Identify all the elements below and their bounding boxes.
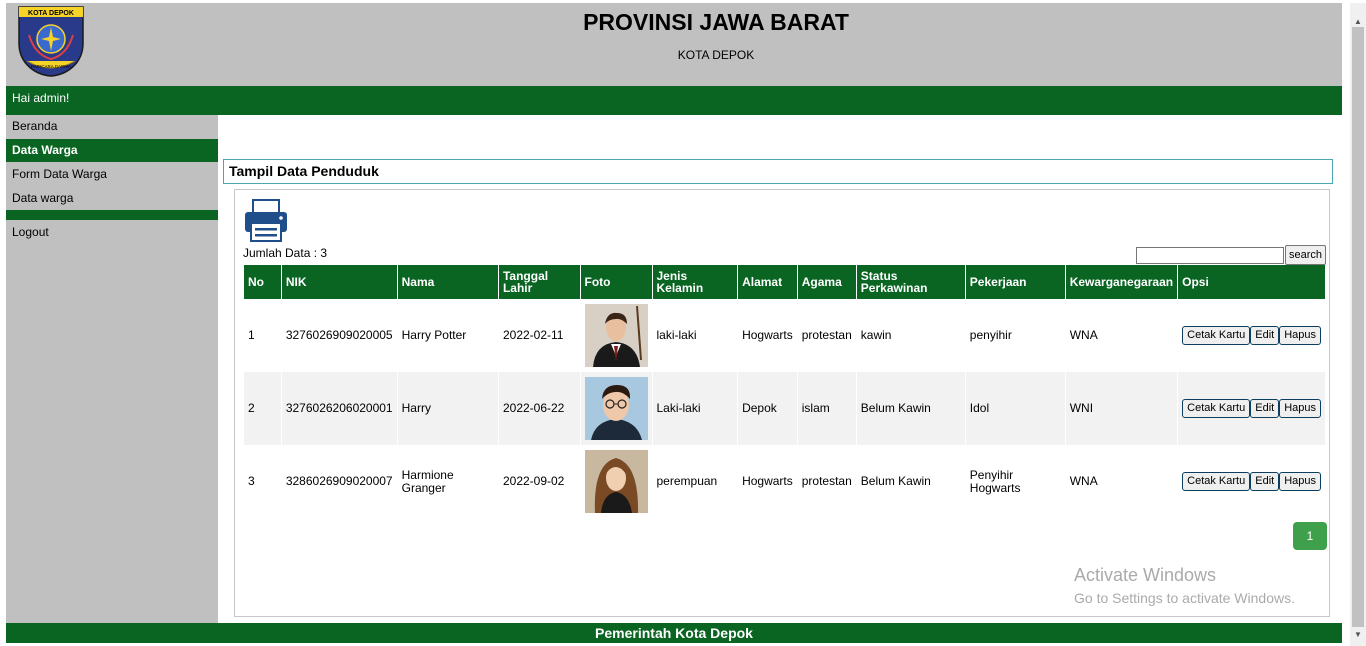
section-title: Tampil Data Penduduk: [223, 159, 1333, 184]
activation-watermark: Activate Windows Go to Settings to activ…: [1074, 565, 1295, 606]
cell-no: 2: [244, 372, 282, 445]
cell-status: Belum Kawin: [856, 445, 966, 518]
column-header: Agama: [797, 265, 857, 299]
cell-alamat: Depok: [737, 372, 798, 445]
residents-table: No NIK Nama Tanggal Lahir Foto Jenis Kel…: [244, 265, 1326, 518]
cell-nama: Harry Potter: [397, 299, 499, 372]
cetak-kartu-button[interactable]: Cetak Kartu: [1182, 399, 1251, 418]
column-header: Status Perkawinan: [856, 265, 966, 299]
cell-tanggal-lahir: 2022-06-22: [498, 372, 581, 445]
cell-agama: islam: [797, 372, 857, 445]
cell-kewarganegaraan: WNA: [1065, 299, 1179, 372]
page-subtitle: KOTA DEPOK: [677, 48, 755, 62]
cell-alamat: Hogwarts: [737, 445, 798, 518]
cell-no: 1: [244, 299, 282, 372]
vertical-scrollbar[interactable]: ▲ ▼: [1350, 3, 1366, 646]
edit-button[interactable]: Edit: [1250, 399, 1280, 418]
search-button[interactable]: search: [1285, 245, 1326, 265]
sidebar-divider: [6, 210, 218, 220]
column-header: Pekerjaan: [965, 265, 1066, 299]
cell-pekerjaan: Idol: [965, 372, 1066, 445]
column-header: Alamat: [737, 265, 798, 299]
cell-foto: [580, 445, 653, 518]
cell-no: 3: [244, 445, 282, 518]
cell-status: Belum Kawin: [856, 372, 966, 445]
cell-opsi: Cetak Kartu Edit Hapus: [1177, 445, 1326, 518]
data-count: Jumlah Data : 3: [243, 246, 328, 260]
column-header: Jenis Kelamin: [652, 265, 739, 299]
cell-nik: 3286026909020007: [281, 445, 398, 518]
scroll-down-icon[interactable]: ▼: [1350, 630, 1366, 644]
column-header: Opsi: [1177, 265, 1326, 299]
hapus-button[interactable]: Hapus: [1279, 472, 1321, 491]
page-header: KOTA DEPOK PARICARA DARMA PROVINSI JAWA …: [6, 3, 1342, 86]
column-header: Nama: [397, 265, 499, 299]
main-content: Tampil Data Penduduk Jumlah Data : 3 sea…: [218, 115, 1340, 623]
cell-nik: 3276026909020005: [281, 299, 398, 372]
resident-photo: [584, 377, 648, 440]
cell-nama: Harmione Granger: [397, 445, 499, 518]
sidebar-item-form-data-warga[interactable]: Form Data Warga: [6, 163, 218, 186]
sidebar-item-data-warga-header[interactable]: Data Warga: [6, 139, 218, 162]
svg-text:PARICARA DARMA: PARICARA DARMA: [31, 64, 71, 69]
cell-nik: 3276026206020001: [281, 372, 398, 445]
cell-nama: Harry: [397, 372, 499, 445]
resident-photo: [584, 304, 648, 367]
cell-opsi: Cetak Kartu Edit Hapus: [1177, 299, 1326, 372]
cell-pekerjaan: penyihir: [965, 299, 1066, 372]
edit-button[interactable]: Edit: [1250, 472, 1280, 491]
hapus-button[interactable]: Hapus: [1279, 326, 1321, 345]
hapus-button[interactable]: Hapus: [1279, 399, 1321, 418]
cell-tanggal-lahir: 2022-09-02: [498, 445, 581, 518]
cell-status: kawin: [856, 299, 966, 372]
column-header: Kewarganegaraan: [1065, 265, 1179, 299]
greeting-bar: Hai admin!: [6, 86, 1342, 115]
sidebar-item-logout[interactable]: Logout: [6, 221, 218, 244]
page-footer: Pemerintah Kota Depok: [6, 623, 1342, 643]
watermark-title: Activate Windows: [1074, 565, 1217, 585]
edit-button[interactable]: Edit: [1250, 326, 1280, 345]
data-panel: Jumlah Data : 3 search No NIK Nama Tangg…: [234, 189, 1330, 617]
sidebar-item-beranda[interactable]: Beranda: [6, 115, 218, 138]
sidebar-item-data-warga[interactable]: Data warga: [6, 187, 218, 210]
column-header: NIK: [281, 265, 398, 299]
cell-agama: protestan: [797, 445, 857, 518]
pagination-page-1[interactable]: 1: [1293, 522, 1327, 550]
column-header: Foto: [580, 265, 653, 299]
greeting-text: Hai admin!: [12, 91, 70, 105]
cell-foto: [580, 299, 653, 372]
cell-alamat: Hogwarts: [737, 299, 798, 372]
cell-agama: protestan: [797, 299, 857, 372]
cell-jenis-kelamin: Laki-laki: [652, 372, 739, 445]
cell-kewarganegaraan: WNA: [1065, 445, 1179, 518]
column-header: Tanggal Lahir: [498, 265, 581, 299]
cell-opsi: Cetak Kartu Edit Hapus: [1177, 372, 1326, 445]
cetak-kartu-button[interactable]: Cetak Kartu: [1182, 326, 1251, 345]
cell-jenis-kelamin: perempuan: [652, 445, 739, 518]
cell-kewarganegaraan: WNI: [1065, 372, 1179, 445]
scroll-thumb[interactable]: [1352, 27, 1364, 627]
table-row: 2 3276026206020001 Harry 2022-06-22 Laki…: [244, 372, 1326, 445]
resident-photo: [584, 450, 648, 513]
watermark-subtitle: Go to Settings to activate Windows.: [1074, 590, 1295, 606]
table-row: 1 3276026909020005 Harry Potter 2022-02-…: [244, 299, 1326, 372]
sidebar: Beranda Data Warga Form Data Warga Data …: [6, 115, 218, 623]
table-row: 3 3286026909020007 Harmione Granger 2022…: [244, 445, 1326, 518]
page-title: PROVINSI JAWA BARAT: [583, 9, 849, 35]
cetak-kartu-button[interactable]: Cetak Kartu: [1182, 472, 1251, 491]
cell-foto: [580, 372, 653, 445]
column-header: No: [244, 265, 282, 299]
cell-tanggal-lahir: 2022-02-11: [498, 299, 581, 372]
cell-jenis-kelamin: laki-laki: [652, 299, 739, 372]
search-input[interactable]: [1136, 247, 1284, 264]
cell-pekerjaan: Penyihir Hogwarts: [965, 445, 1066, 518]
table-header-row: No NIK Nama Tanggal Lahir Foto Jenis Kel…: [244, 265, 1326, 299]
printer-icon[interactable]: [243, 199, 289, 243]
